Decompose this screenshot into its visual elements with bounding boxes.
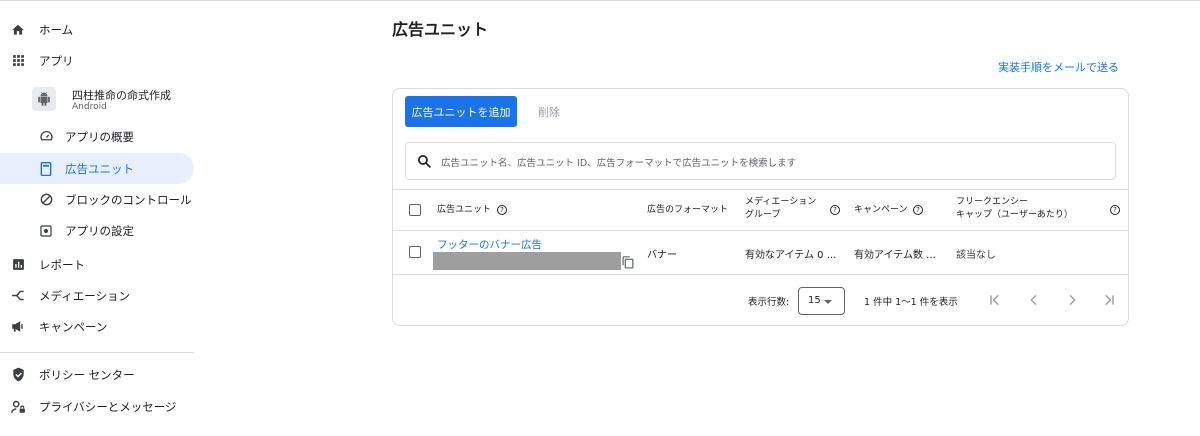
row-checkbox[interactable] [409, 246, 421, 258]
last-page-icon[interactable] [1101, 292, 1117, 308]
redacted-ad-unit-id [433, 252, 621, 270]
sidebar-item-label: アプリ [39, 53, 74, 68]
sidebar-item-apps[interactable]: アプリ [0, 45, 194, 76]
column-header-format[interactable]: 広告のフォーマット [647, 204, 728, 217]
shield-check-icon [10, 367, 26, 383]
bar-chart-icon [10, 257, 26, 273]
first-page-icon[interactable] [987, 292, 1003, 308]
sidebar-item-label: キャンペーン [39, 319, 108, 334]
sidebar-item-label: プライバシーとメッセージ [39, 399, 177, 414]
app-name: 四柱推命の命式作成 [72, 89, 171, 102]
cell-campaign[interactable]: 有効アイテム数 ... [854, 246, 936, 261]
cell-format: バナー [647, 250, 677, 261]
megaphone-icon [10, 319, 26, 335]
sidebar-item-label: ブロックのコントロール [65, 192, 192, 207]
apps-grid-icon [10, 53, 26, 69]
column-header-mediation-line2[interactable]: グループ [745, 209, 780, 222]
sidebar-item-label: レポート [39, 257, 85, 272]
add-ad-unit-button[interactable]: 広告ユニットを追加 [405, 96, 517, 127]
column-header-frequency-line1[interactable]: フリークエンシー [956, 196, 1028, 209]
ad-unit-name-link[interactable]: フッターのバナー広告 [437, 237, 542, 252]
column-header-campaign[interactable]: キャンペーン [854, 204, 908, 217]
sidebar-item-app-overview[interactable]: アプリの概要 [0, 121, 194, 152]
cell-mediation[interactable]: 有効なアイテム 0 ... [745, 246, 836, 261]
sidebar-item-label: メディエーション [39, 288, 130, 303]
home-icon [10, 22, 26, 38]
rows-per-page-label: 表示行数: [748, 297, 790, 308]
column-header-frequency-line2[interactable]: キャップ（ユーザーあたり） [956, 209, 1073, 222]
app-platform: Android [72, 102, 107, 112]
help-icon[interactable]: ? [497, 205, 507, 215]
sidebar-item-label: アプリの設定 [65, 223, 134, 238]
sidebar-item-privacy-messaging[interactable]: プライバシーとメッセージ [0, 391, 194, 422]
table-top-divider [393, 189, 1128, 190]
search-placeholder: 広告ユニット名、広告ユニット ID、広告フォーマットで広告ユニットを検索します [441, 158, 797, 169]
column-header-ad-unit[interactable]: 広告ユニット [437, 204, 491, 217]
person-lock-icon [10, 399, 26, 415]
settings-icon [38, 223, 54, 239]
page-title: 広告ユニット [392, 20, 489, 39]
ad-units-card: 広告ユニットを追加 削除 広告ユニット名、広告ユニット ID、広告フォーマットで… [392, 88, 1129, 326]
block-icon [38, 192, 54, 208]
sidebar-item-policy-center[interactable]: ポリシー センター [0, 359, 194, 390]
sidebar-item-mediation[interactable]: メディエーション [0, 280, 194, 311]
pagination-range: 1 件中 1〜1 件を表示 [864, 297, 958, 308]
copy-icon[interactable] [622, 254, 636, 269]
column-header-mediation-line1[interactable]: メディエーション [745, 196, 816, 209]
table-row-divider [393, 274, 1128, 275]
help-icon[interactable]: ? [913, 205, 923, 215]
table-header-divider [393, 230, 1128, 231]
rows-per-page-value: 15 [808, 295, 821, 306]
sidebar-app-selector[interactable]: 四柱推命の命式作成 Android [0, 84, 194, 118]
speed-gauge-icon [38, 129, 54, 145]
sidebar-item-label: 広告ユニット [65, 161, 134, 176]
delete-button[interactable]: 削除 [538, 104, 560, 120]
android-icon [32, 87, 56, 111]
next-page-icon[interactable] [1064, 292, 1080, 308]
rows-per-page-select[interactable]: 15 [798, 287, 845, 315]
sidebar-item-app-settings[interactable]: アプリの設定 [0, 215, 194, 246]
help-icon[interactable]: ? [830, 205, 840, 215]
sidebar: ホーム アプリ 四柱推命の命式作成 Android アプリの概要 広告ユニット … [0, 0, 194, 436]
sidebar-item-label: ポリシー センター [39, 367, 135, 382]
sidebar-divider [0, 352, 194, 353]
search-icon [417, 154, 433, 170]
sidebar-item-label: アプリの概要 [65, 129, 134, 144]
dropdown-caret-icon [824, 300, 832, 304]
sidebar-item-campaigns[interactable]: キャンペーン [0, 311, 194, 342]
ad-unit-icon [38, 161, 54, 177]
sidebar-item-home[interactable]: ホーム [0, 14, 194, 45]
sidebar-item-label: ホーム [39, 22, 74, 37]
sidebar-item-blocking-controls[interactable]: ブロックのコントロール [0, 184, 194, 215]
help-icon[interactable]: ? [1110, 205, 1120, 215]
select-all-checkbox[interactable] [409, 204, 421, 216]
search-input[interactable]: 広告ユニット名、広告ユニット ID、広告フォーマットで広告ユニットを検索します [405, 142, 1116, 180]
previous-page-icon[interactable] [1026, 292, 1042, 308]
mediation-icon [10, 288, 26, 304]
email-instructions-link[interactable]: 実装手順をメールで送る [998, 59, 1119, 75]
sidebar-item-ad-units[interactable]: 広告ユニット [0, 153, 194, 184]
cell-frequency: 該当なし [956, 250, 996, 261]
sidebar-item-reports[interactable]: レポート [0, 249, 194, 280]
